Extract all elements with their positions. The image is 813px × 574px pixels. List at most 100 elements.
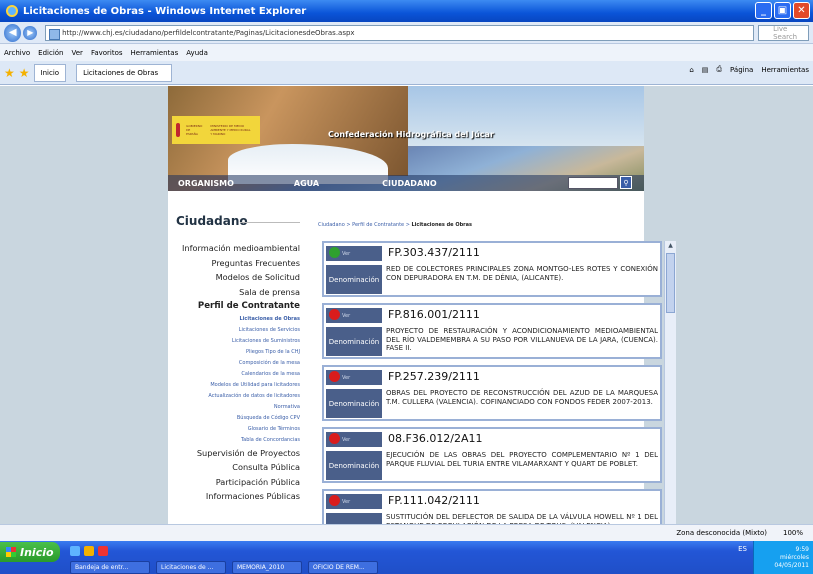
scroll-up-icon[interactable]: ▲ <box>666 242 675 251</box>
ver-button[interactable]: Ver <box>326 246 382 261</box>
sidebar-subitem[interactable]: Normativa <box>168 402 300 413</box>
menu-archivo[interactable]: Archivo <box>4 49 30 57</box>
tender-description: RED DE COLECTORES PRINCIPALES ZONA MONTG… <box>386 265 658 282</box>
ie-quicklaunch-icon[interactable] <box>70 546 80 556</box>
menu-favoritos[interactable]: Favoritos <box>91 49 123 57</box>
quick-launch <box>70 546 108 556</box>
sidebar-header[interactable]: Perfil de Contratante <box>168 299 300 314</box>
maximize-button[interactable]: ▣ <box>774 2 791 19</box>
ver-button[interactable]: Ver <box>326 432 382 447</box>
sidebar-subitem[interactable]: Tabla de Concordancias <box>168 435 300 446</box>
sidebar-item[interactable]: Informaciones Públicas <box>168 489 300 504</box>
sidebar-item[interactable]: Preguntas Frecuentes <box>168 256 300 271</box>
minimize-button[interactable]: _ <box>755 2 772 19</box>
tender-card: Ver FP.816.001/2111 Denominación PROYECT… <box>322 303 662 359</box>
taskbar-item[interactable]: MEMORIA_2010 <box>232 561 302 574</box>
sidebar-item[interactable]: Información medioambiental <box>168 241 300 256</box>
section-title: Ciudadano <box>176 214 248 228</box>
favorites-star-icon[interactable]: ★ <box>4 66 15 80</box>
sidebar-item[interactable]: Sala de prensa <box>168 285 300 300</box>
sidebar-subitem[interactable]: Licitaciones de Suministros <box>168 336 300 347</box>
sidebar-subitem[interactable]: Búsqueda de Código CPV <box>168 413 300 424</box>
sidebar-item[interactable]: Consulta Pública <box>168 460 300 475</box>
breadcrumb-ciudadano[interactable]: Ciudadano <box>318 222 345 228</box>
tab-licitaciones[interactable]: Licitaciones de Obras <box>76 63 173 82</box>
add-favorites-icon[interactable]: ★ <box>19 66 30 80</box>
zoom-level[interactable]: 100% <box>783 529 803 537</box>
sidebar-item[interactable]: Supervisión de Proyectos <box>168 446 300 461</box>
tender-code: FP.816.001/2111 <box>388 308 480 321</box>
status-dot-icon <box>329 247 340 258</box>
sidebar-subitem-active[interactable]: Licitaciones de Obras <box>168 314 300 325</box>
media-quicklaunch-icon[interactable] <box>98 546 108 556</box>
org-title: Confederación Hidrográfica del Júcar <box>328 130 494 139</box>
outlook-quicklaunch-icon[interactable] <box>84 546 94 556</box>
print-icon[interactable]: ⎙ <box>716 65 722 74</box>
site-nav: ORGANISMO AGUA CIUDADANO ⚲ <box>168 175 644 191</box>
system-tray: 9:59 miércoles 04/05/2011 <box>753 541 813 574</box>
sidebar-subitem[interactable]: Actualización de datos de licitadores <box>168 391 300 402</box>
site-search-input[interactable] <box>568 177 618 189</box>
address-bar: ◀ ▶ http://www.chj.es/ciudadano/perfilde… <box>0 22 813 44</box>
ver-label: Ver <box>342 436 351 443</box>
list-scrollbar[interactable]: ▲ <box>664 241 676 524</box>
sidebar-subitem[interactable]: Glosario de Términos <box>168 424 300 435</box>
sidebar-subitem[interactable]: Pliegos Tipo de la CHJ <box>168 347 300 358</box>
tender-description: SUSTITUCIÓN DEL DEFLECTOR DE SALIDA DE L… <box>386 513 658 524</box>
menu-ver[interactable]: Ver <box>72 49 83 57</box>
feeds-icon[interactable]: ▤ <box>702 66 709 74</box>
nav-ciudadano[interactable]: CIUDADANO <box>382 179 437 188</box>
tender-card: Ver FP.257.239/2111 Denominación OBRAS D… <box>322 365 662 421</box>
status-bar: Zona desconocida (Mixto) 100% <box>0 524 813 541</box>
site-search-icon[interactable]: ⚲ <box>620 176 632 189</box>
live-search-input[interactable]: Live Search <box>758 24 809 41</box>
nav-agua[interactable]: AGUA <box>294 179 319 188</box>
tender-code: 08.F36.012/2A11 <box>388 432 483 445</box>
section-divider <box>240 222 300 223</box>
sidebar-subitem[interactable]: Composición de la mesa <box>168 358 300 369</box>
site-page: GOBIERNO DE ESPAÑA MINISTERIO DE MEDIO A… <box>168 86 662 524</box>
taskbar-item[interactable]: Licitaciones de ... <box>156 561 226 574</box>
menu-bar: Archivo Edición Ver Favoritos Herramient… <box>0 44 813 61</box>
home-icon[interactable]: ⌂ <box>689 66 693 74</box>
back-button[interactable]: ◀ <box>4 23 22 42</box>
sidebar-item[interactable]: Modelos de Solicitud <box>168 270 300 285</box>
tab-bar: ★ ★ Inicio Licitaciones de Obras ⌂ ▤ ⎙ P… <box>0 61 813 85</box>
language-indicator[interactable]: ES <box>738 545 747 553</box>
nav-organismo[interactable]: ORGANISMO <box>178 179 234 188</box>
ver-button[interactable]: Ver <box>326 308 382 323</box>
scroll-thumb[interactable] <box>666 253 675 313</box>
tab-inicio[interactable]: Inicio <box>33 63 67 82</box>
ver-button[interactable]: Ver <box>326 370 382 385</box>
ver-label: Ver <box>342 312 351 319</box>
government-logo: GOBIERNO DE ESPAÑA MINISTERIO DE MEDIO A… <box>172 116 260 144</box>
clock-time: 9:59 <box>795 545 809 553</box>
url-field[interactable]: http://www.chj.es/ciudadano/perfildelcon… <box>45 24 755 41</box>
forward-button[interactable]: ▶ <box>23 25 38 40</box>
taskbar-item[interactable]: OFICIO DE REM... <box>308 561 378 574</box>
menu-edicion[interactable]: Edición <box>38 49 63 57</box>
herramientas-menu[interactable]: Herramientas <box>761 66 809 74</box>
breadcrumb: Ciudadano > Perfil de Contratante > Lici… <box>318 222 472 228</box>
sidebar-nav: Información medioambiental Preguntas Fre… <box>168 241 300 504</box>
menu-herramientas[interactable]: Herramientas <box>131 49 179 57</box>
tender-description: OBRAS DEL PROYECTO DE RECONSTRUCCIÓN DEL… <box>386 389 658 406</box>
sidebar-subitem[interactable]: Licitaciones de Servicios <box>168 325 300 336</box>
logo-line-2: MINISTERIO DE MEDIO AMBIENTE Y MEDIO RUR… <box>210 124 251 136</box>
sidebar-item[interactable]: Participación Pública <box>168 475 300 490</box>
close-button[interactable]: ✕ <box>793 2 810 19</box>
ver-button[interactable]: Ver <box>326 494 382 509</box>
site-header-banner: GOBIERNO DE ESPAÑA MINISTERIO DE MEDIO A… <box>168 86 644 191</box>
breadcrumb-perfil[interactable]: Perfil de Contratante <box>352 222 404 228</box>
coat-of-arms-icon <box>176 123 181 137</box>
taskbar-item[interactable]: Bandeja de entr... <box>70 561 150 574</box>
denominacion-label: Denominación <box>326 265 382 294</box>
pagina-menu[interactable]: Página <box>730 66 753 74</box>
start-label: Inicio <box>20 545 54 559</box>
menu-ayuda[interactable]: Ayuda <box>186 49 208 57</box>
sidebar-subitem[interactable]: Calendarios de la mesa <box>168 369 300 380</box>
start-button[interactable]: Inicio <box>0 542 60 562</box>
status-dot-icon <box>329 433 340 444</box>
tender-description: PROYECTO DE RESTAURACIÓN Y ACONDICIONAMI… <box>386 327 658 352</box>
sidebar-subitem[interactable]: Modelos de Utilidad para licitadores <box>168 380 300 391</box>
